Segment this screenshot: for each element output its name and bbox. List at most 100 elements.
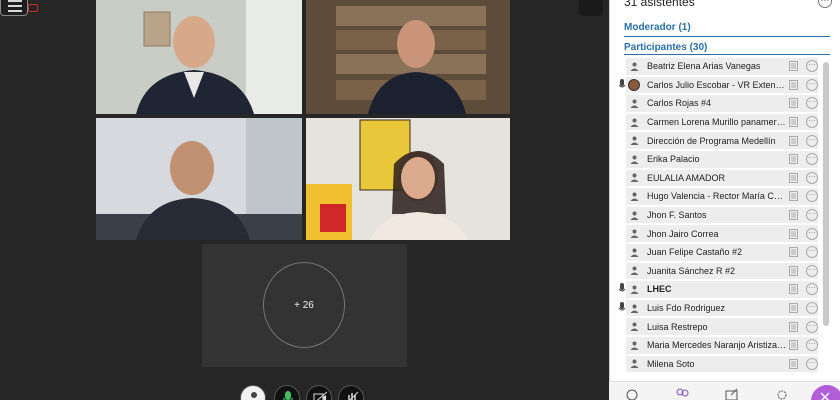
camera-off-icon [313,391,327,400]
participant-row[interactable]: Juanita Sánchez R #2 ⋯ [618,262,818,281]
participant-name: Dirección de Programa Medellín [647,135,776,146]
ellipsis-icon[interactable]: ⋯ [806,116,818,129]
participant-name: Juanita Sánchez R #2 [647,265,736,276]
participant-name: Hugo Valencia - Rector María Cano [647,191,787,202]
ellipsis-icon[interactable]: ⋯ [806,227,818,240]
participant-name: Juan Felipe Castaño #2 [647,247,743,258]
video-stage: + 26 [0,0,609,400]
hand-icon [348,391,359,400]
camera-button[interactable] [306,385,332,400]
microphone-icon [618,283,626,292]
participant-row[interactable]: Jhon F. Santos ⋯ [618,206,818,225]
video-tile-4[interactable] [306,118,510,240]
camera-icon [789,79,798,90]
participant-name: Luisa Restrepo [647,321,708,332]
person-icon [630,229,639,239]
attendees-title: 31 asistentes [624,0,695,9]
panel-footer [609,381,840,400]
participant-video [306,0,510,114]
participant-name: Jhon Jairo Correa [647,228,719,239]
camera-icon [789,340,798,351]
chat-icon[interactable] [625,388,639,400]
participant-row[interactable]: Luisa Restrepo ⋯ [618,317,818,336]
camera-icon [789,154,798,165]
microphone-icon [282,391,294,400]
ellipsis-icon[interactable]: ⋯ [806,320,818,333]
camera-icon [789,61,798,72]
participant-row[interactable]: EULALIA AMADOR ⋯ [618,169,818,188]
participant-name: Milena Soto [647,358,695,369]
participant-row[interactable]: Dirección de Programa Medellín ⋯ [618,131,818,150]
person-icon [630,136,639,146]
attendees-panel: 31 asistentes ⋯ Moderador (1) Participan… [609,0,840,400]
video-tile-1[interactable] [96,0,302,114]
person-icon [630,118,639,127]
person-icon [630,155,639,164]
person-icon [630,99,639,108]
participant-name: LHEC [647,284,672,295]
microphone-icon [618,78,626,88]
person-icon [630,211,639,220]
participant-row[interactable]: Jhon Jairo Correa ⋯ [618,224,818,243]
camera-icon [789,228,798,239]
video-tile-2[interactable] [306,0,510,114]
camera-icon [789,135,798,146]
camera-icon [789,98,798,109]
video-tile-3[interactable] [96,118,302,240]
participant-row[interactable]: Carlos Julio Escobar - VR Extensión ⋯ [618,76,818,95]
settings-icon[interactable] [775,388,789,400]
camera-icon [789,265,798,276]
participant-name: Jhon F. Santos [647,210,707,221]
participant-video [96,0,302,114]
raise-hand-button[interactable] [338,385,364,400]
participant-video [96,118,302,240]
person-icon [630,359,639,369]
share-content-icon[interactable] [725,388,739,400]
participant-name: Carlos Julio Escobar - VR Extensión [647,79,787,90]
ellipsis-icon[interactable]: ⋯ [806,171,818,184]
participant-row[interactable]: Carmen Lorena Murillo panamericana ⋯ [618,113,818,132]
participant-row[interactable]: Maria Mercedes Naranjo Aristizabal ⋯ [618,336,818,355]
ellipsis-icon[interactable]: ⋯ [806,302,818,315]
ellipsis-icon[interactable]: ⋯ [806,357,818,370]
camera-icon [789,303,798,314]
menu-button[interactable] [0,0,28,16]
camera-icon [789,117,798,128]
participant-name: Erika Palacio [647,154,700,165]
participant-row[interactable]: LHEC ⋯ [618,280,818,299]
participant-row[interactable]: Hugo Valencia - Rector María Cano ⋯ [618,187,818,206]
participant-row[interactable]: Juan Felipe Castaño #2 ⋯ [618,243,818,262]
camera-icon [789,284,798,295]
participant-name: Maria Mercedes Naranjo Aristizabal [647,340,787,351]
participant-row[interactable]: Beatriz Elena Arias Vanegas ⋯ [618,57,818,76]
overflow-participants-tile[interactable]: + 26 [202,244,407,367]
ellipsis-icon[interactable]: ⋯ [806,78,818,91]
ellipsis-icon[interactable]: ⋯ [806,209,818,222]
person-icon [630,192,639,201]
avatar-button[interactable] [240,385,266,400]
camera-icon [789,247,798,258]
microphone-button[interactable] [274,385,300,400]
ellipsis-icon[interactable]: ⋯ [806,264,818,277]
share-screen-icon[interactable] [579,0,603,16]
camera-icon [789,321,798,332]
user-icon [251,392,257,398]
person-icon [630,341,639,350]
participant-name: EULALIA AMADOR [647,172,726,183]
ellipsis-icon[interactable]: ⋯ [806,134,818,147]
participants-header[interactable]: Participantes (30) [624,42,707,53]
moderators-header[interactable]: Moderador (1) [624,22,691,33]
avatar [628,78,640,91]
participant-row[interactable]: Erika Palacio ⋯ [618,150,818,169]
participant-list: Beatriz Elena Arias Vanegas ⋯ Carlos Julio… [618,57,818,373]
camera-icon [789,191,798,202]
participant-row[interactable]: Luis Fdo Rodriguez ⋯ [618,299,818,318]
participant-name: Carmen Lorena Murillo panamericana [647,117,787,128]
participant-row[interactable]: Carlos Rojas #4 ⋯ [618,94,818,113]
person-icon [630,322,639,332]
recording-icon [28,4,38,12]
scrollbar-thumb[interactable] [823,62,829,326]
participant-row[interactable]: Milena Soto ⋯ [618,355,818,374]
ellipsis-icon[interactable]: ⋯ [818,0,832,8]
attendees-icon[interactable] [675,388,689,400]
